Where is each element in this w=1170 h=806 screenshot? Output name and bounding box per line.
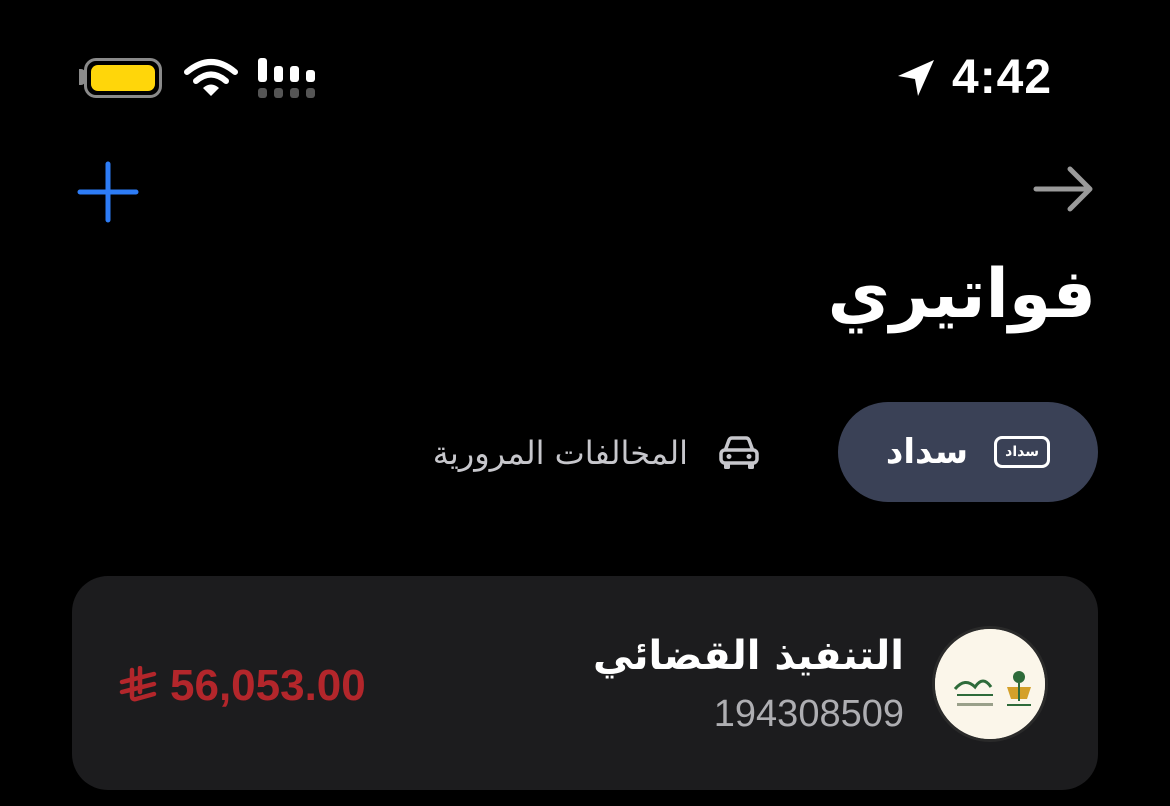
add-bill-button[interactable] <box>76 160 140 224</box>
plus-icon <box>77 161 139 223</box>
justice-emblem-icon <box>935 629 1045 739</box>
tab-traffic-label: المخالفات المرورية <box>432 434 688 472</box>
status-bar: 4:42 <box>0 0 1170 150</box>
bill-amount: 56,053.00 <box>118 658 366 714</box>
location-arrow-icon <box>898 60 934 96</box>
sadad-logo-icon: سداد <box>994 436 1051 468</box>
wifi-icon <box>184 59 238 96</box>
page-title: فواتيري <box>827 255 1096 334</box>
back-button[interactable] <box>1030 164 1096 214</box>
status-time: 4:42 <box>952 51 1053 104</box>
bill-number: 194308509 <box>713 693 904 735</box>
battery-fill <box>91 65 155 91</box>
arrow-right-icon <box>1033 166 1093 212</box>
battery-icon <box>84 58 162 98</box>
tab-sadad-label: سداد <box>885 432 969 472</box>
screen: 4:42 فواتيري سداد سداد المخالفات المروري… <box>0 0 1170 806</box>
riyal-currency-icon <box>119 666 157 702</box>
sadad-logo-text: سداد <box>1005 444 1040 460</box>
signal-icon <box>258 58 315 98</box>
battery-cap <box>79 69 85 85</box>
tab-traffic-violations[interactable]: المخالفات المرورية <box>433 420 760 486</box>
bill-name: التنفيذ القضائي <box>593 633 904 679</box>
ministry-of-justice-logo <box>932 626 1048 742</box>
tab-sadad[interactable]: سداد سداد <box>838 402 1098 502</box>
car-icon <box>719 436 759 469</box>
bill-card[interactable]: التنفيذ القضائي 194308509 56,053.00 <box>72 576 1098 790</box>
bill-amount-value: 56,053.00 <box>170 661 366 710</box>
